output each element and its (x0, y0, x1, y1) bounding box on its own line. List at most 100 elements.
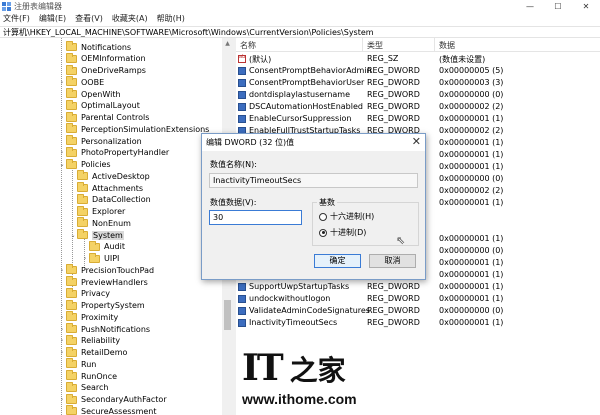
expand-chevron-icon[interactable]: › (58, 337, 66, 344)
value-row[interactable]: ValidateAdminCodeSignatures REG_DWORD 0x00… (236, 305, 600, 317)
tree-item[interactable]: ⌄ Policies (58, 158, 111, 171)
tree-item[interactable]: › PushNotifications (58, 323, 150, 335)
expand-chevron-icon[interactable]: › (58, 326, 66, 333)
value-data-input[interactable]: 30 (209, 210, 302, 225)
tree-item[interactable]: Attachments (69, 182, 143, 194)
tree-item[interactable]: Privacy (58, 287, 110, 300)
folder-icon (77, 229, 88, 239)
tree-item-label: Attachments (92, 183, 144, 193)
folder-icon (77, 170, 88, 181)
tree-item[interactable]: ActiveDesktop (69, 170, 150, 182)
tree-item[interactable]: RunOnce (58, 370, 117, 382)
cancel-button[interactable]: 取消 (369, 254, 416, 268)
value-name: ConsentPromptBehaviorAdmin (249, 66, 372, 75)
value-row[interactable]: dontdisplaylastusername REG_DWORD 0x000000… (236, 89, 600, 101)
string-value-icon (238, 54, 246, 63)
scroll-up-arrow-icon[interactable]: ▲ (222, 38, 233, 49)
tree-item[interactable]: NonEnum (69, 217, 131, 229)
tree-item[interactable]: › RetailDemo (58, 346, 127, 359)
tree-item[interactable]: › Proximity (58, 311, 118, 323)
expand-chevron-icon[interactable]: › (58, 302, 66, 309)
column-header-data[interactable]: 数据 (439, 40, 455, 51)
tree-item-label: SecureAssessment (81, 406, 157, 415)
scroll-thumb[interactable] (224, 300, 231, 330)
expand-chevron-icon[interactable]: › (58, 149, 66, 156)
tree-item-label: Search (81, 383, 109, 393)
value-name: SupportUwpStartupTasks (249, 282, 350, 291)
tree-item[interactable]: OpenWith (58, 88, 121, 100)
tree-item[interactable]: SecureAssessment (58, 405, 157, 415)
expand-chevron-icon[interactable]: › (58, 396, 66, 403)
ok-button[interactable]: 确定 (314, 254, 361, 268)
tree-item[interactable]: Run (58, 358, 96, 370)
value-data: 0x00000003 (3) (439, 78, 504, 87)
tree-item[interactable]: › UIPI (81, 252, 119, 265)
maximize-button[interactable]: ☐ (544, 0, 572, 13)
tree-item[interactable]: PerceptionSimulationExtensions (58, 123, 209, 135)
value-row[interactable]: SupportUwpStartupTasks REG_DWORD 0x0000000… (236, 281, 600, 293)
tree-item[interactable]: › PrecisionTouchPad (58, 264, 154, 276)
menu-edit[interactable]: 编辑(E) (39, 13, 66, 25)
menu-view[interactable]: 查看(V) (75, 13, 103, 25)
value-row[interactable]: (默认) REG_SZ (数值未设置) (236, 53, 600, 65)
value-row[interactable]: ConsentPromptBehaviorAdmin REG_DWORD 0x000… (236, 65, 600, 77)
tree-item[interactable]: Personalization (58, 135, 142, 147)
tree-item[interactable]: OEMInformation (58, 52, 146, 65)
value-data: 0x00000001 (1) (439, 114, 504, 123)
expand-chevron-icon[interactable]: › (58, 267, 66, 274)
value-type: REG_DWORD (367, 318, 420, 327)
tree-item[interactable]: › PropertySystem (58, 299, 145, 312)
expand-chevron-icon[interactable]: › (58, 349, 66, 356)
tree-item[interactable]: OneDriveRamps (58, 64, 146, 77)
tree-item[interactable]: › Parental Controls (58, 111, 149, 124)
minimize-button[interactable]: — (516, 0, 544, 13)
close-button[interactable]: ✕ (572, 0, 600, 13)
value-type: REG_DWORD (367, 294, 420, 303)
column-divider[interactable] (362, 38, 363, 52)
folder-icon (66, 264, 77, 275)
menu-file[interactable]: 文件(F) (3, 13, 30, 25)
menu-help[interactable]: 帮助(H) (157, 13, 185, 25)
tree-item[interactable]: Explorer (69, 205, 125, 218)
tree-item[interactable]: Search (58, 381, 109, 394)
hex-radio[interactable]: 十六进制(H) (319, 211, 374, 222)
tree-item[interactable]: › OOBE (58, 76, 104, 88)
expand-chevron-icon[interactable]: › (81, 255, 89, 262)
tree-item[interactable]: › PhotoPropertyHandler (58, 146, 169, 159)
tree-item-label: Policies (81, 160, 111, 169)
expand-chevron-icon[interactable]: ⌄ (69, 232, 77, 239)
folder-icon (66, 334, 77, 345)
menu-favorites[interactable]: 收藏夹(A) (112, 13, 148, 25)
value-data: (数值未设置) (439, 55, 486, 64)
tree-item[interactable]: › SecondaryAuthFactor (58, 393, 167, 406)
value-data: 0x00000002 (2) (439, 102, 504, 111)
tree-item[interactable]: OptimalLayout (58, 99, 140, 112)
tree-item[interactable]: PreviewHandlers (58, 276, 148, 288)
value-type: REG_DWORD (367, 114, 420, 123)
expand-chevron-icon[interactable]: › (58, 114, 66, 121)
list-header: 名称 类型 数据 (236, 38, 600, 52)
value-data: 0x00000001 (1) (439, 318, 504, 327)
value-row[interactable]: DSCAutomationHostEnabled REG_DWORD 0x00000… (236, 101, 600, 113)
tree-item[interactable]: DataCollection (69, 193, 151, 206)
value-row[interactable]: InactivityTimeoutSecs REG_DWORD 0x00000001… (236, 317, 600, 329)
column-header-type[interactable]: 类型 (367, 40, 383, 51)
tree-item[interactable]: Audit (81, 240, 125, 253)
column-header-name[interactable]: 名称 (240, 40, 256, 51)
tree-item[interactable]: ⌄ System (69, 229, 124, 241)
folder-icon (89, 252, 100, 263)
value-row[interactable]: EnableCursorSuppression REG_DWORD 0x000000… (236, 113, 600, 125)
decimal-radio[interactable]: 十进制(D) (319, 227, 366, 238)
address-bar[interactable]: 计算机\HKEY_LOCAL_MACHINE\SOFTWARE\Microsof… (0, 26, 600, 38)
tree-item[interactable]: › Reliability (58, 334, 120, 347)
value-type: REG_DWORD (367, 102, 420, 111)
column-divider[interactable] (434, 38, 435, 52)
expand-chevron-icon[interactable]: ⌄ (58, 161, 66, 168)
expand-chevron-icon[interactable]: › (58, 79, 66, 86)
dialog-close-icon[interactable]: ✕ (412, 135, 421, 148)
value-data: 0x00000001 (1) (439, 294, 504, 303)
value-row[interactable]: ConsentPromptBehaviorUser REG_DWORD 0x0000… (236, 77, 600, 89)
value-row[interactable]: undockwithoutlogon REG_DWORD 0x00000001 (1… (236, 293, 600, 305)
expand-chevron-icon[interactable]: › (58, 314, 66, 321)
tree-item[interactable]: Notifications (58, 41, 131, 53)
